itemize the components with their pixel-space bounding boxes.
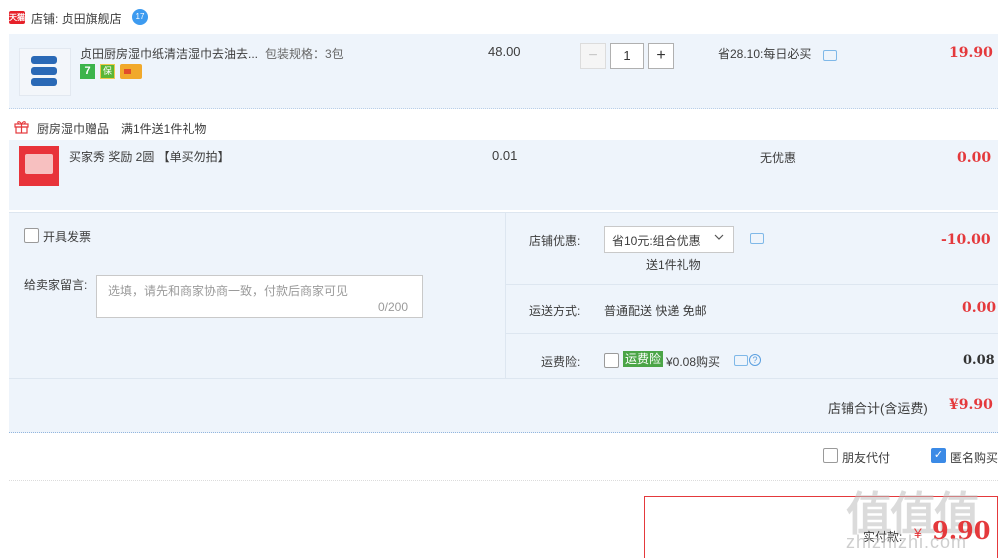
insurance-tag: 运费险 [623, 351, 664, 367]
insurance-amount: 0.08 [963, 353, 995, 368]
gift-thumbnail[interactable] [19, 146, 59, 186]
store-name[interactable]: 店铺: 贞田旗舰店 [31, 10, 122, 27]
store-total-label: 店铺合计(含运费) [828, 401, 928, 416]
shipping-method: 普通配送 快递 免邮 [604, 304, 707, 318]
gift-note: 送1件礼物 [646, 258, 701, 272]
insurance-label: 运费险: [541, 355, 581, 369]
product-sku: 包装规格：3包 [265, 47, 344, 61]
product-thumbnail[interactable] [19, 48, 71, 96]
seller-message-placeholder: 选填，请先和商家协商一致，付款后商家可见 [108, 284, 349, 298]
invoice-label[interactable]: 开具发票 [43, 228, 91, 245]
friend-pay-label[interactable]: 朋友代付 [842, 449, 890, 466]
summary-divider [505, 284, 998, 285]
store-total-amount: ¥9.90 [949, 397, 993, 413]
seven-day-return-icon: 7 [80, 64, 95, 79]
wangwang-chat-icon[interactable]: 17 [132, 9, 148, 25]
store-discount-amount: -10.00 [941, 232, 991, 248]
anonymous-checkbox[interactable]: ✓ [931, 448, 946, 463]
gift-discount: 无优惠 [760, 151, 797, 165]
gift-title[interactable]: 买家秀 奖励 2圆 【单买勿拍】 [69, 148, 230, 165]
insurance-checkbox[interactable] [604, 353, 619, 368]
quantity-decrease-button[interactable]: − [580, 43, 606, 69]
guarantee-icon: 保 [100, 64, 115, 79]
store-discount-label: 店铺优惠: [529, 234, 581, 248]
comment-icon[interactable] [823, 50, 837, 61]
comment-icon[interactable] [750, 233, 764, 244]
item-subtotal: 19.90 [949, 45, 993, 61]
gift-price: 0.01 [492, 148, 518, 163]
product-title[interactable]: 贞田厨房湿巾纸清洁湿巾去油去... [80, 45, 260, 62]
friend-pay-checkbox[interactable] [823, 448, 838, 463]
gift-promotion-header: 厨房湿巾赠品 满1件送1件礼物 [37, 122, 207, 136]
quantity-input[interactable]: 1 [610, 43, 644, 69]
shipping-label: 运送方式: [529, 304, 581, 318]
chevron-down-icon[interactable] [714, 232, 724, 242]
gift-subtotal: 0.00 [957, 150, 992, 166]
gift-icon [14, 121, 29, 134]
shipping-amount: 0.00 [962, 300, 997, 316]
comment-icon[interactable] [734, 355, 748, 366]
credit-card-icon [120, 64, 142, 79]
tmall-logo-icon: 天猫 [9, 11, 25, 24]
message-char-count: 0/200 [378, 300, 409, 314]
unit-price: 48.00 [488, 44, 521, 59]
invoice-checkbox[interactable] [24, 228, 39, 243]
site-watermark-url: zhizhizhi.com [846, 532, 968, 552]
help-icon[interactable]: ? [749, 354, 761, 366]
message-label: 给卖家留言: [24, 278, 88, 292]
summary-divider [9, 378, 998, 379]
insurance-price: ¥0.08购买 [666, 355, 721, 369]
anonymous-label[interactable]: 匿名购买 [950, 449, 998, 466]
quantity-increase-button[interactable]: + [648, 43, 674, 69]
item-promotion: 省28.10:每日必买 [718, 47, 812, 61]
store-discount-value: 省10元:组合优惠 [612, 234, 701, 248]
summary-divider [505, 333, 998, 334]
panel-divider [505, 212, 506, 378]
